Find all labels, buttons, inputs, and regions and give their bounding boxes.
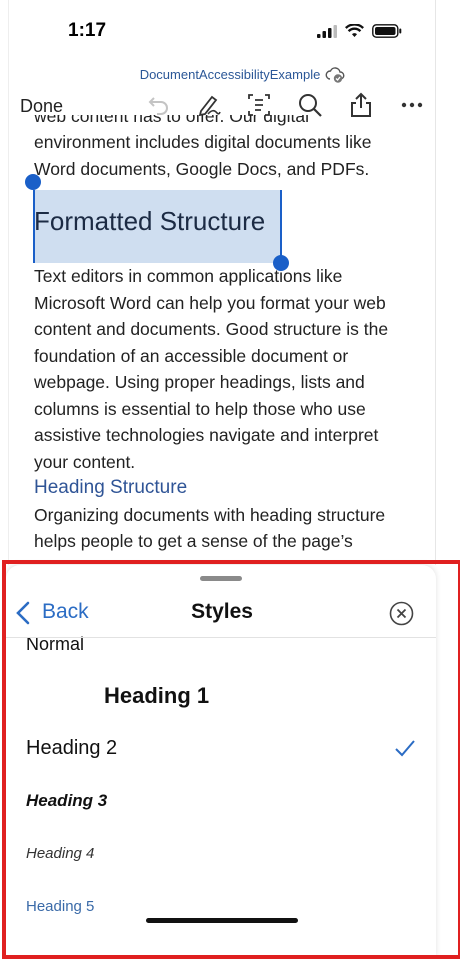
highlight-frame: [2, 560, 460, 959]
doc-line: your content.: [34, 451, 136, 472]
doc-line: assistive technologies navigate and inte…: [34, 425, 379, 445]
doc-line: columns is essential to help those who u…: [34, 398, 366, 419]
page-edge-right: [435, 0, 436, 565]
status-icons: [317, 24, 402, 38]
selection-end-handle[interactable]: [273, 255, 289, 271]
document-title[interactable]: DocumentAccessibilityExample: [0, 67, 460, 82]
doc-line: helps people to get a sense of the page’…: [34, 531, 353, 551]
status-time: 1:17: [68, 20, 107, 41]
formatted-structure-heading: Formatted Structure: [34, 206, 266, 236]
selected-heading-block[interactable]: Formatted Structure: [25, 174, 414, 271]
doc-line: foundation of an accessible document or: [34, 345, 349, 366]
doc-line: environment includes digital documents l…: [34, 132, 372, 152]
doc-line: Text editors in common applications like: [34, 266, 343, 286]
doc-line: webpage. Using proper headings, lists an…: [34, 372, 365, 392]
document-body[interactable]: web content has to offer. Our digital en…: [25, 115, 414, 555]
doc-line: Word documents, Google Docs, and PDFs.: [34, 158, 370, 179]
doc-line: Organizing documents with heading struct…: [34, 504, 386, 525]
selection-start-handle[interactable]: [25, 174, 41, 190]
doc-line: content and documents. Good structure is…: [34, 319, 389, 339]
wifi-icon: [345, 24, 364, 37]
done-button[interactable]: Done: [20, 96, 63, 117]
doc-line: web content has to offer. Our digital: [34, 115, 309, 126]
heading-structure-subheading: Heading Structure: [34, 477, 188, 498]
battery-icon: [372, 24, 402, 38]
cloud-sync-icon[interactable]: [325, 66, 345, 84]
selection-edge-right: [280, 190, 282, 263]
page-edge: [8, 0, 9, 565]
doc-line: Microsoft Word can help you format your …: [34, 292, 386, 313]
cellular-signal-icon: [317, 24, 337, 38]
